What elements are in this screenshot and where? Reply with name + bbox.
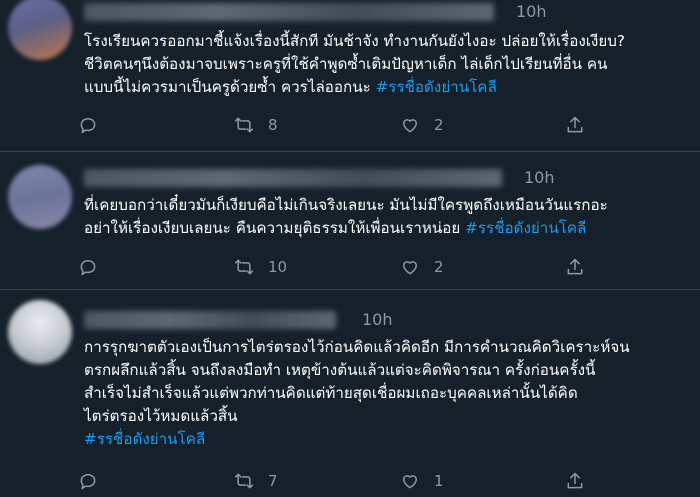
tweet[interactable]: 10h การรุกฆาตตัวเองเป็นการไตร่ตรองไว้ก่อ… [0, 290, 700, 497]
share-icon [567, 258, 583, 275]
tweet-text: การรุกฆาตตัวเองเป็นการไตร่ตรองไว้ก่อนคิด… [84, 336, 684, 451]
tweet-actions: 10 2 [78, 256, 598, 278]
tweet-text-line: ชีวิตคนๆนึงต้องมาจบเพราะครูที่ใช้คำพูดซ้… [84, 55, 608, 73]
heart-icon [403, 475, 417, 489]
tweet[interactable]: 10h ที่เคยบอกว่าเดี๋ยวมันก็เงียบคือไม่เก… [0, 152, 700, 290]
tweet-text-line: สำเร็จไม่สำเร็จแล้วแต่พวกท่านคิดแต่ท้ายส… [84, 384, 578, 402]
tweet-time[interactable]: 10h [516, 2, 547, 21]
retweet-icon [234, 117, 254, 133]
like-count: 2 [434, 258, 444, 276]
avatar[interactable] [8, 165, 72, 229]
tweet-text-line: โรงเรียนควรออกมาชี้แจ้งเรื่องนี้สักที มั… [84, 32, 625, 50]
tweet[interactable]: 10h โรงเรียนควรออกมาชี้แจ้งเรื่องนี้สักท… [0, 0, 700, 152]
retweet-icon [234, 259, 254, 275]
author-name-blurred[interactable] [84, 311, 336, 329]
hashtag-link[interactable]: #รรชื่อดังย่านโคลี [465, 219, 586, 237]
share-button[interactable] [565, 114, 585, 136]
retweet-button[interactable]: 10 [234, 256, 287, 278]
author-name-blurred[interactable] [84, 169, 502, 187]
like-button[interactable]: 2 [400, 256, 444, 278]
avatar[interactable] [8, 300, 72, 364]
reply-icon [80, 260, 96, 276]
tweet-time[interactable]: 10h [362, 310, 393, 329]
share-button[interactable] [565, 470, 585, 492]
tweet-actions: 7 1 [78, 470, 598, 492]
reply-button[interactable] [78, 256, 98, 278]
tweet-text-line: #รรชื่อดังย่านโคลี [84, 428, 684, 451]
author-name-blurred[interactable] [84, 3, 494, 21]
tweet-text-line: การรุกฆาตตัวเองเป็นการไตร่ตรองไว้ก่อนคิด… [84, 338, 630, 356]
tweet-time[interactable]: 10h [524, 168, 555, 187]
tweet-header: 10h [84, 2, 604, 21]
reply-icon [80, 118, 96, 134]
tweet-header: 10h [84, 310, 604, 329]
share-icon [567, 472, 583, 489]
retweet-count: 7 [268, 472, 278, 490]
tweet-text-segment: แบบนี้ไม่ควรมาเป็นครูด้วยซ้ำ ควรไล่ออกนะ [84, 78, 376, 96]
heart-icon [403, 261, 417, 275]
retweet-button[interactable]: 8 [234, 114, 278, 136]
retweet-button[interactable]: 7 [234, 470, 278, 492]
tweet-text: ที่เคยบอกว่าเดี๋ยวมันก็เงียบคือไม่เกินจร… [84, 194, 684, 240]
retweet-count: 10 [268, 258, 288, 276]
hashtag-link[interactable]: #รรชื่อดังย่านโคลี [84, 430, 205, 448]
heart-icon [403, 119, 417, 133]
like-count: 2 [434, 116, 444, 134]
reply-button[interactable] [78, 470, 98, 492]
share-button[interactable] [565, 256, 585, 278]
tweet-header: 10h [84, 168, 604, 187]
reply-icon [80, 474, 96, 490]
avatar[interactable] [8, 0, 72, 60]
tweet-text-line: อย่าให้เรื่องเงียบเลยนะ คืนความยุติธรรมใ… [84, 217, 684, 240]
tweet-text-segment: อย่าให้เรื่องเงียบเลยนะ คืนความยุติธรรมใ… [84, 219, 466, 237]
like-count: 1 [434, 472, 444, 490]
hashtag-link[interactable]: #รรชื่อดังย่านโคลี [376, 78, 497, 96]
retweet-count: 8 [268, 116, 278, 134]
like-button[interactable]: 1 [400, 470, 444, 492]
tweet-text: โรงเรียนควรออกมาชี้แจ้งเรื่องนี้สักที มั… [84, 30, 684, 99]
tweet-text-line: ตรกผลึกแล้วสิ้น จนถึงลงมือทำ เหตุข้างต้น… [84, 361, 596, 379]
timeline: 10h โรงเรียนควรออกมาชี้แจ้งเรื่องนี้สักท… [0, 0, 700, 497]
tweet-text-line: ไตร่ตรองไว้หมดแล้วสิ้น [84, 407, 238, 425]
share-icon [567, 116, 583, 133]
reply-button[interactable] [78, 114, 98, 136]
tweet-text-line: ที่เคยบอกว่าเดี๋ยวมันก็เงียบคือไม่เกินจร… [84, 196, 608, 214]
retweet-icon [234, 473, 254, 489]
tweet-actions: 8 2 [78, 114, 598, 136]
tweet-text-line: แบบนี้ไม่ควรมาเป็นครูด้วยซ้ำ ควรไล่ออกนะ… [84, 76, 684, 99]
like-button[interactable]: 2 [400, 114, 444, 136]
